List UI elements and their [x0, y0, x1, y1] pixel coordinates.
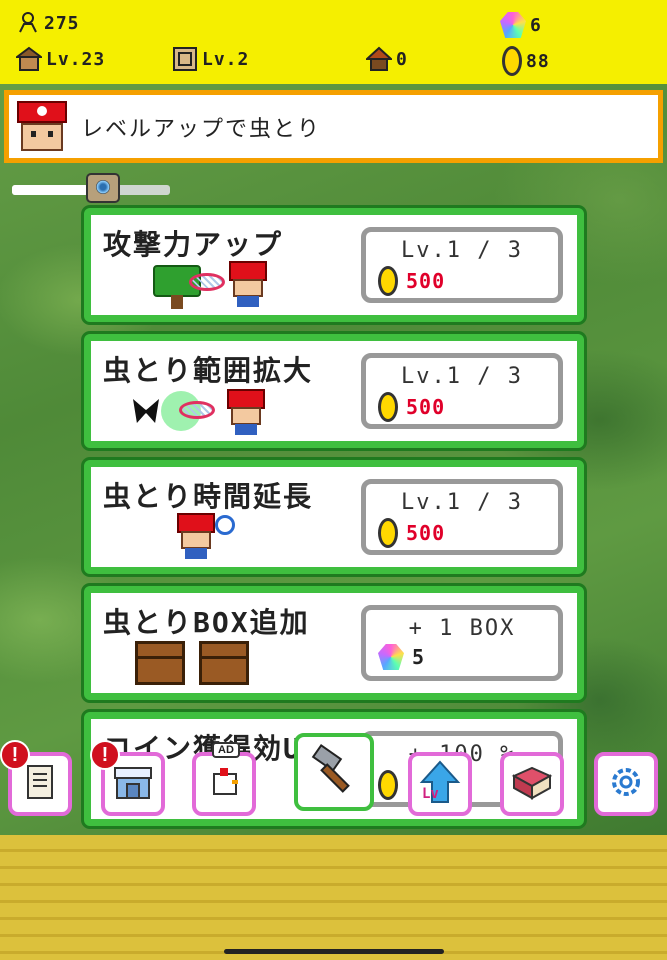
upgrade-card-box[interactable]: 虫とりBOX追加 + 1 BOX 5 [84, 586, 584, 700]
camera-icon[interactable] [86, 173, 120, 203]
price-box[interactable]: Lv.1 / 3 500 [361, 353, 563, 429]
cost-value: 500 [406, 269, 446, 293]
gem-count: 6 [500, 12, 542, 38]
net-icon [189, 273, 225, 291]
coin-icon [378, 392, 398, 422]
box-level: Lv.2 [172, 46, 249, 72]
price-box[interactable]: + 1 BOX 5 [361, 605, 563, 681]
butterfly-icon [133, 399, 159, 423]
cost-row: 500 [378, 518, 445, 548]
player-avatar [17, 100, 67, 153]
kid-sprite [227, 261, 267, 307]
cost-row: 500 [378, 392, 445, 422]
level-up-icon: Lv [418, 760, 462, 808]
level-text: Lv.1 / 3 [401, 238, 523, 263]
crate-icon [172, 46, 198, 72]
hammer-button[interactable] [294, 733, 374, 811]
gear-icon [606, 762, 646, 806]
hut-count: 0 [364, 46, 408, 72]
cost-row [378, 770, 398, 800]
player-count: 275 [18, 12, 80, 34]
upgrade-card-attack[interactable]: 攻撃力アップ Lv.1 / 3 500 [84, 208, 584, 322]
shop-icon [111, 762, 155, 806]
player-icon [18, 12, 40, 34]
upgrade-card-range[interactable]: 虫とり範囲拡大 Lv.1 / 3 500 [84, 334, 584, 448]
progress-fill [12, 185, 88, 195]
alert-badge: ! [0, 740, 30, 770]
box-icon [199, 641, 249, 685]
level-up-button[interactable]: Lv [408, 752, 472, 816]
cost-value: 5 [412, 645, 425, 669]
card-title: 虫とりBOX追加 [103, 606, 310, 639]
cost-value: 500 [406, 395, 446, 419]
alert-badge: ! [90, 740, 120, 770]
resource-bar: 275 6 Lv.23 Lv.2 0 88 [0, 0, 667, 84]
coin-icon [378, 770, 398, 800]
book-icon [510, 762, 554, 806]
hammer-icon [307, 743, 361, 801]
card-title: 虫とり時間延長 [103, 480, 314, 513]
hut-icon [364, 46, 394, 72]
coin-count: 88 [502, 46, 550, 76]
coin-icon [378, 518, 398, 548]
level-text: + 1 BOX [408, 616, 516, 641]
house-icon [14, 46, 44, 72]
ground-panel [0, 835, 667, 960]
level-text: Lv.1 / 3 [401, 490, 523, 515]
cost-value: 500 [406, 521, 446, 545]
banner-message: レベルアップで虫とり [81, 116, 322, 142]
scroll-icon [22, 762, 58, 806]
ad-label: AD [212, 742, 240, 758]
kid-sprite [175, 513, 215, 559]
level-text: Lv.1 / 3 [401, 364, 523, 389]
chicken-icon [206, 764, 242, 804]
ad-chicken-button[interactable]: AD [192, 742, 256, 816]
clock-icon [215, 515, 235, 535]
coin-icon [502, 46, 522, 76]
cost-row: 500 [378, 266, 445, 296]
cost-row: 5 [378, 644, 424, 670]
coin-icon [378, 266, 398, 296]
home-indicator[interactable] [224, 949, 444, 954]
price-box[interactable]: Lv.1 / 3 500 [361, 227, 563, 303]
box-icon [135, 641, 185, 685]
net-icon [179, 401, 215, 419]
card-title: 攻撃力アップ [103, 228, 284, 261]
kid-sprite [225, 389, 265, 435]
svg-text:Lv: Lv [422, 786, 439, 802]
settings-button[interactable] [594, 752, 658, 816]
gem-icon [378, 644, 404, 670]
upgrade-card-time[interactable]: 虫とり時間延長 Lv.1 / 3 500 [84, 460, 584, 574]
house-level: Lv.23 [14, 46, 105, 72]
encyclopedia-button[interactable] [500, 752, 564, 816]
card-title: 虫とり範囲拡大 [103, 354, 314, 387]
price-box[interactable]: Lv.1 / 3 500 [361, 479, 563, 555]
mission-banner[interactable]: レベルアップで虫とり [4, 90, 663, 163]
gem-icon [500, 12, 526, 38]
